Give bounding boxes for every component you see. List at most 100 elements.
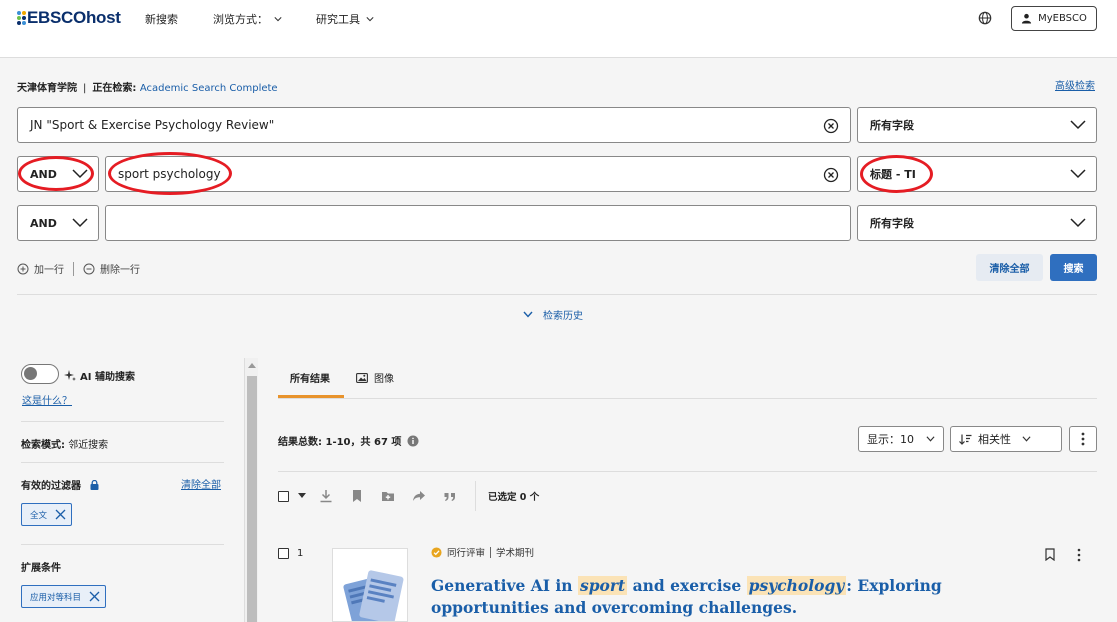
top-navigation-bar: EBSCOhost 新搜索 浏览方式： 研究工具 MyEBSCO bbox=[0, 0, 1117, 58]
scroll-up-arrow-icon[interactable] bbox=[248, 363, 256, 368]
cite-quote-icon[interactable] bbox=[443, 489, 457, 503]
select-all-checkbox[interactable] bbox=[278, 490, 289, 502]
active-filters-label: 有效的过滤器 bbox=[21, 481, 81, 492]
ebscohost-logo[interactable]: EBSCOhost bbox=[17, 8, 121, 28]
add-folder-icon[interactable] bbox=[381, 489, 395, 503]
journal-document-icon bbox=[343, 570, 404, 621]
nav-research-tools[interactable]: 研究工具 bbox=[316, 11, 374, 27]
search-button[interactable]: 搜索 bbox=[1050, 254, 1097, 281]
expanders-heading: 扩展条件 bbox=[21, 559, 61, 574]
logo-text: EBSCOhost bbox=[27, 8, 121, 27]
ai-assist-text: AI 辅助搜索 bbox=[80, 372, 135, 383]
close-icon[interactable] bbox=[89, 591, 100, 602]
boolean-operator-select-2[interactable]: AND bbox=[17, 156, 99, 192]
ai-assist-toggle[interactable] bbox=[21, 364, 59, 384]
image-icon bbox=[356, 372, 368, 383]
boolean-operator-select-3[interactable]: AND bbox=[17, 205, 99, 241]
database-link[interactable]: Academic Search Complete bbox=[140, 83, 278, 94]
what-is-this-link[interactable]: 这是什么？ bbox=[22, 392, 72, 407]
search-term-input-2[interactable]: sport psychology bbox=[105, 156, 851, 192]
search-term-input-1[interactable]: JN "Sport & Exercise Psychology Review" bbox=[17, 107, 851, 143]
results-toolbar: 已选定 0 个 bbox=[278, 481, 539, 511]
searching-label: 正在检索: bbox=[92, 83, 137, 94]
chevron-down-icon bbox=[926, 436, 935, 442]
results-panel: 所有结果 图像 结果总数: 1-10，共 67 项 显示：10 相关性 已选定 … bbox=[260, 357, 1117, 622]
expander-chip-equivalent-subjects[interactable]: 应用对等科目 bbox=[21, 585, 107, 608]
add-row-link[interactable]: 加一行 bbox=[34, 261, 64, 276]
chevron-down-icon bbox=[274, 17, 282, 22]
tab-all-results[interactable]: 所有结果 bbox=[290, 370, 330, 385]
divider bbox=[490, 546, 492, 558]
user-icon bbox=[1022, 13, 1032, 24]
minus-circle-icon[interactable] bbox=[83, 263, 95, 275]
field-select-label-2: 标题 - TI bbox=[870, 168, 916, 181]
myebsco-button[interactable]: MyEBSCO bbox=[1011, 6, 1097, 31]
result-checkbox[interactable] bbox=[278, 548, 289, 559]
search-context: 天津体育学院 | 正在检索: Academic Search Complete bbox=[17, 83, 278, 94]
bookmark-icon[interactable] bbox=[1045, 548, 1055, 561]
sidebar-scrollbar[interactable] bbox=[244, 358, 258, 622]
field-select-3[interactable]: 所有字段 bbox=[857, 205, 1097, 241]
advanced-search-link[interactable]: 高级检索 bbox=[1055, 77, 1095, 92]
publication-type-label: 学术期刊 bbox=[496, 548, 535, 559]
divider bbox=[278, 398, 1097, 399]
search-history-label: 检索历史 bbox=[543, 311, 583, 322]
clear-circle-icon[interactable] bbox=[823, 118, 839, 134]
clear-all-button[interactable]: 清除全部 bbox=[976, 254, 1043, 281]
caret-down-icon[interactable] bbox=[298, 493, 306, 499]
nav-new-search-label: 新搜索 bbox=[145, 13, 178, 26]
result-index: 1 bbox=[297, 548, 304, 559]
tab-images-label: 图像 bbox=[374, 374, 394, 385]
operator-label-3: AND bbox=[30, 216, 57, 230]
lock-icon bbox=[90, 480, 99, 490]
sparkle-icon bbox=[64, 369, 76, 381]
search-mode-label: 检索模式: bbox=[21, 440, 65, 451]
divider bbox=[21, 421, 224, 422]
field-select-2[interactable]: 标题 - TI bbox=[857, 156, 1097, 192]
globe-icon[interactable] bbox=[978, 11, 992, 25]
result-thumbnail[interactable] bbox=[332, 548, 408, 622]
clear-circle-icon[interactable] bbox=[823, 167, 839, 183]
sort-select[interactable]: 相关性 bbox=[950, 426, 1062, 452]
divider bbox=[21, 462, 224, 463]
title-text-part: and exercise bbox=[627, 576, 747, 595]
nav-browse[interactable]: 浏览方式： bbox=[213, 11, 282, 27]
scrollbar-thumb[interactable] bbox=[247, 376, 257, 622]
display-count-select[interactable]: 显示：10 bbox=[858, 426, 944, 452]
nav-new-search[interactable]: 新搜索 bbox=[145, 11, 178, 27]
remove-row-link[interactable]: 删除一行 bbox=[100, 261, 140, 276]
chevron-down-icon bbox=[366, 17, 374, 22]
kebab-icon[interactable] bbox=[1076, 548, 1082, 562]
bookmark-icon[interactable] bbox=[350, 489, 364, 503]
sort-icon bbox=[959, 434, 972, 445]
peer-reviewed-badge-icon bbox=[431, 546, 442, 558]
sidebar-clear-all-link[interactable]: 清除全部 bbox=[181, 476, 221, 491]
result-count: 结果总数: 1-10，共 67 项 bbox=[278, 433, 419, 448]
row-actions: 加一行 删除一行 bbox=[17, 261, 140, 276]
info-icon[interactable] bbox=[407, 435, 419, 447]
download-icon[interactable] bbox=[319, 489, 333, 503]
kebab-icon bbox=[1081, 432, 1085, 446]
title-highlight-term: psychology bbox=[746, 576, 847, 595]
result-title-link[interactable]: Generative AI in sport and exercise psyc… bbox=[431, 575, 1031, 619]
search-term-input-3[interactable] bbox=[105, 205, 851, 241]
field-select-1[interactable]: 所有字段 bbox=[857, 107, 1097, 143]
more-options-button[interactable] bbox=[1069, 426, 1097, 452]
nav-research-tools-label: 研究工具 bbox=[316, 13, 360, 26]
tab-images[interactable]: 图像 bbox=[356, 370, 394, 385]
divider bbox=[17, 294, 1097, 295]
expander-chip-label: 应用对等科目 bbox=[30, 592, 82, 603]
display-count-label: 显示：10 bbox=[867, 433, 914, 446]
share-icon[interactable] bbox=[412, 489, 426, 503]
filter-chip-fulltext[interactable]: 全文 bbox=[21, 503, 73, 526]
chevron-down-icon bbox=[1070, 169, 1086, 179]
close-icon[interactable] bbox=[55, 509, 66, 520]
filter-chip-label: 全文 bbox=[30, 510, 48, 521]
plus-circle-icon[interactable] bbox=[17, 263, 29, 275]
chevron-down-icon bbox=[72, 218, 88, 228]
result-select[interactable]: 1 bbox=[278, 548, 303, 559]
search-history-toggle[interactable]: 检索历史 bbox=[523, 307, 583, 322]
chevron-down-icon bbox=[523, 311, 533, 318]
search-mode: 检索模式: 邻近搜索 bbox=[21, 436, 108, 451]
sort-label: 相关性 bbox=[978, 433, 1011, 446]
